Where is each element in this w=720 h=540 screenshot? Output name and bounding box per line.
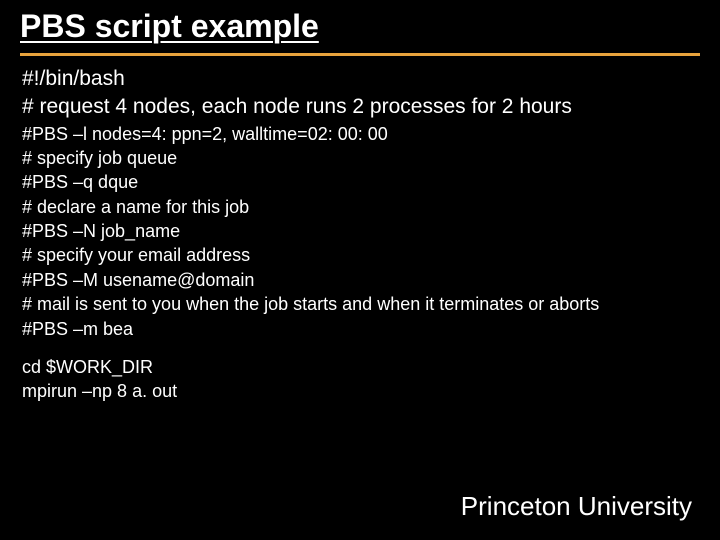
slide-title: PBS script example [0,0,720,51]
slide: PBS script example #!/bin/bash # request… [0,0,720,540]
code-line: # declare a name for this job [22,196,698,219]
blank-line [22,342,698,356]
code-line: #PBS –M usename@domain [22,269,698,292]
code-line: #PBS –l nodes=4: ppn=2, walltime=02: 00:… [22,123,698,146]
code-line: #PBS –N job_name [22,220,698,243]
code-line: #PBS –m bea [22,318,698,341]
code-line: mpirun –np 8 a. out [22,380,698,403]
code-line: # request 4 nodes, each node runs 2 proc… [22,94,698,120]
code-line: # specify your email address [22,244,698,267]
footer-affiliation: Princeton University [461,491,692,522]
code-line: #PBS –q dque [22,171,698,194]
slide-body: #!/bin/bash # request 4 nodes, each node… [0,56,720,404]
code-line: # specify job queue [22,147,698,170]
code-line: #!/bin/bash [22,66,698,92]
code-line: cd $WORK_DIR [22,356,698,379]
code-line: # mail is sent to you when the job start… [22,293,698,316]
